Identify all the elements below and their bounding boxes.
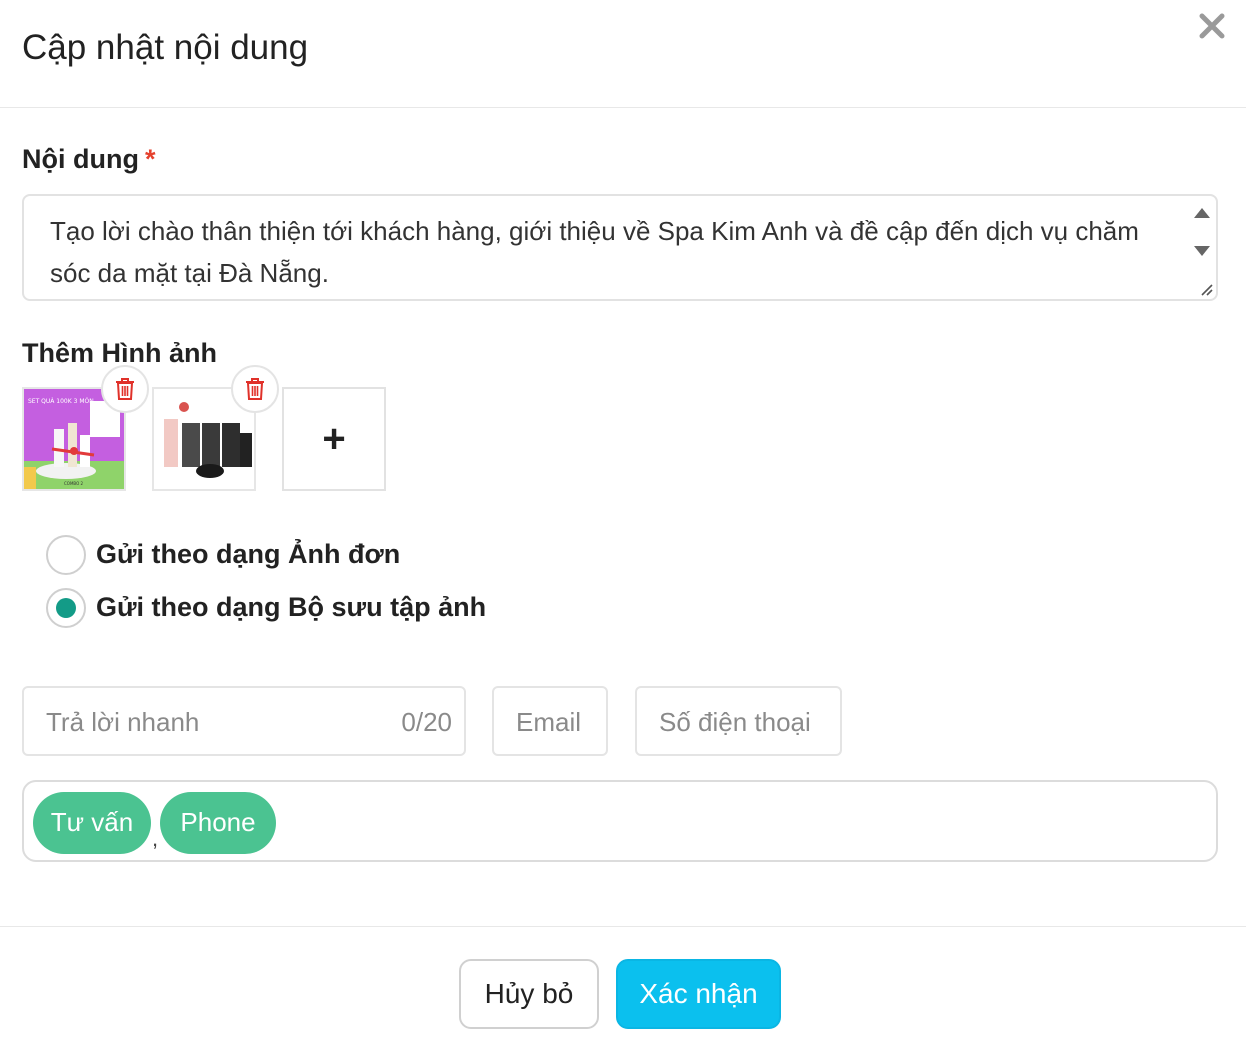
phone-placeholder: Số điện thoại	[659, 707, 811, 737]
radio-button[interactable]	[46, 535, 86, 575]
add-image-button[interactable]: +	[282, 387, 386, 491]
plus-icon: +	[322, 417, 346, 461]
tag-chip[interactable]: Tư vấn	[33, 792, 151, 854]
scroll-down-arrow-icon[interactable]	[1194, 246, 1210, 256]
close-icon	[1199, 13, 1225, 39]
image-caption-top: SET QUÀ 100K 3 MÓN	[28, 398, 94, 405]
content-label-text: Nội dung	[22, 144, 139, 174]
scroll-up-arrow-icon[interactable]	[1194, 208, 1210, 218]
close-button[interactable]	[1194, 8, 1230, 44]
quick-reply-counter: 0/20	[401, 707, 452, 737]
modal-title: Cập nhật nội dung	[22, 28, 309, 67]
footer-divider	[0, 926, 1246, 927]
tag-input[interactable]: Tư vấn , Phone	[22, 780, 1218, 862]
delete-image-2-button[interactable]	[231, 365, 279, 413]
tag-separator: ,	[152, 826, 159, 851]
quick-reply-placeholder: Trả lời nhanh	[46, 707, 200, 737]
quick-reply-input[interactable]: Trả lời nhanh 0/20	[22, 686, 466, 756]
trash-icon	[246, 378, 264, 400]
radio-selected-dot	[56, 598, 76, 618]
delete-image-1-button[interactable]	[101, 365, 149, 413]
radio-button-selected[interactable]	[46, 588, 86, 628]
confirm-button[interactable]: Xác nhận	[616, 959, 781, 1029]
image-caption-bottom: COMBO 2	[64, 481, 83, 486]
content-textarea[interactable]: Tạo lời chào thân thiện tới khách hàng, …	[22, 194, 1218, 301]
images-label: Thêm Hình ảnh	[22, 338, 217, 368]
phone-button[interactable]: Số điện thoại	[635, 686, 842, 756]
email-button[interactable]: Email	[492, 686, 608, 756]
modal-header: Cập nhật nội dung	[0, 0, 1246, 108]
radio-label: Gửi theo dạng Bộ sưu tập ảnh	[96, 592, 487, 622]
required-mark: *	[144, 144, 156, 174]
trash-icon	[116, 378, 134, 400]
resize-grip-icon[interactable]	[1198, 281, 1214, 297]
cancel-button[interactable]: Hủy bỏ	[459, 959, 599, 1029]
radio-label: Gửi theo dạng Ảnh đơn	[96, 539, 401, 569]
tag-chip[interactable]: Phone	[160, 792, 276, 854]
content-label: Nội dung *	[22, 144, 155, 175]
email-placeholder: Email	[516, 707, 582, 737]
content-text[interactable]: Tạo lời chào thân thiện tới khách hàng, …	[50, 210, 1140, 294]
